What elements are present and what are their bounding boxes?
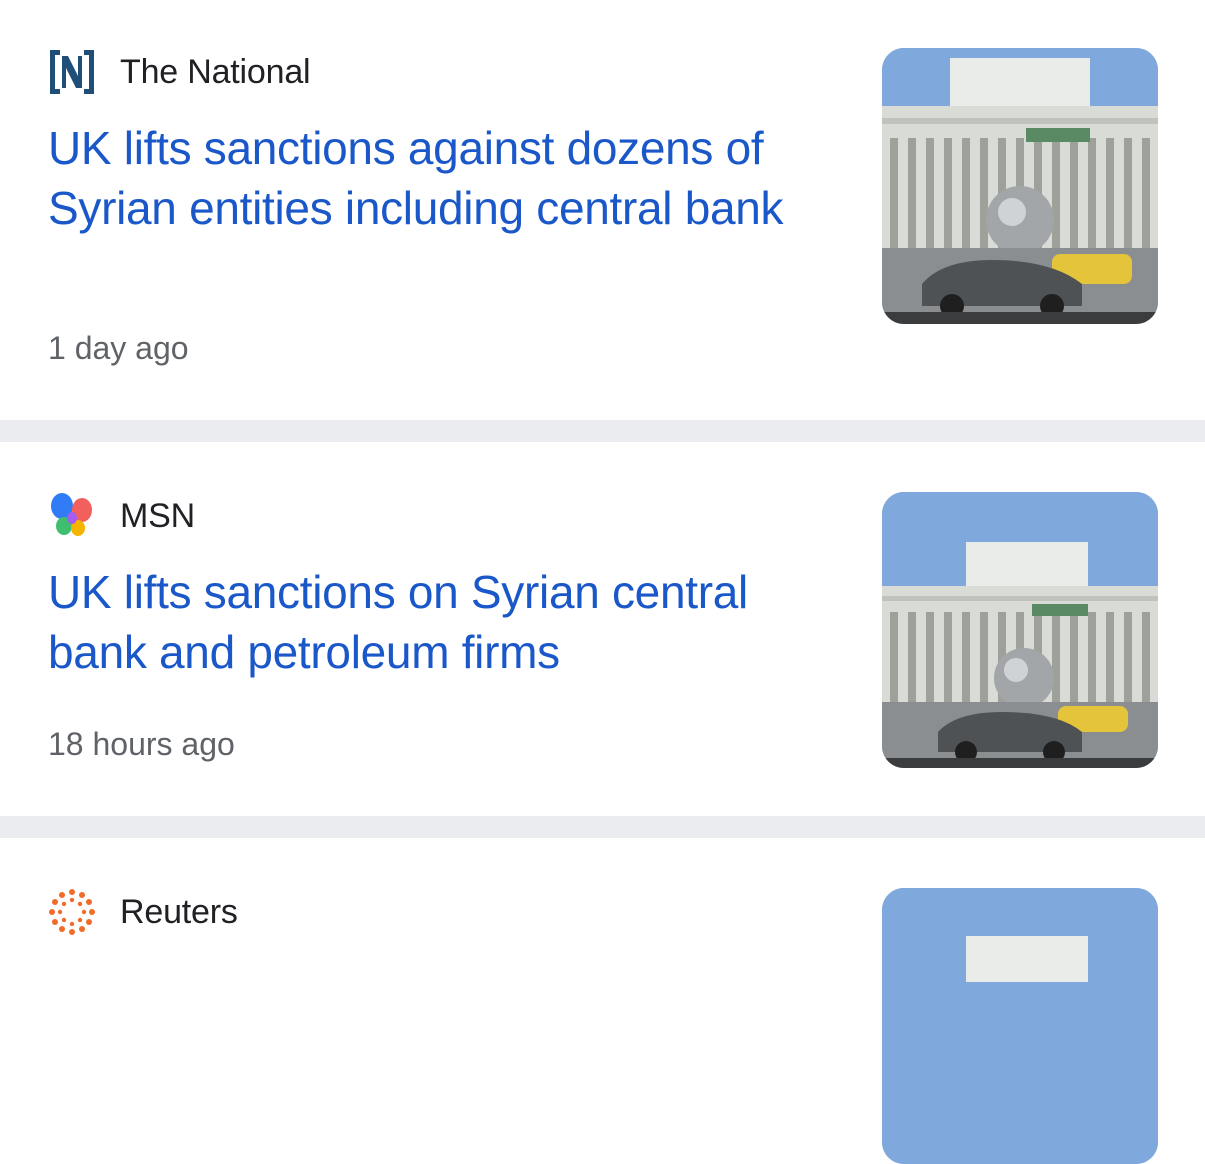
- article-thumbnail[interactable]: [882, 48, 1158, 324]
- news-card[interactable]: Reuters: [0, 838, 1205, 1164]
- source-name: The National: [120, 52, 311, 91]
- news-card[interactable]: The National UK lifts sanctions against …: [0, 0, 1205, 420]
- source-name: Reuters: [120, 892, 238, 931]
- timestamp: 18 hours ago: [48, 726, 235, 762]
- headline-link[interactable]: UK lifts sanctions on Syrian central ban…: [48, 562, 838, 682]
- section-divider: [0, 420, 1205, 442]
- msn-butterfly-logo-icon: [48, 492, 96, 540]
- the-national-logo-icon: [48, 48, 96, 96]
- timestamp: 1 day ago: [48, 330, 189, 366]
- source-row: Reuters: [48, 888, 238, 936]
- article-thumbnail[interactable]: [882, 888, 1158, 1164]
- headline-link[interactable]: UK lifts sanctions against dozens of Syr…: [48, 118, 838, 238]
- source-row: The National: [48, 48, 311, 96]
- news-card[interactable]: MSN UK lifts sanctions on Syrian central…: [0, 442, 1205, 816]
- section-divider: [0, 816, 1205, 838]
- article-thumbnail[interactable]: [882, 492, 1158, 768]
- source-name: MSN: [120, 496, 195, 535]
- reuters-logo-icon: [48, 888, 96, 936]
- source-row: MSN: [48, 492, 195, 540]
